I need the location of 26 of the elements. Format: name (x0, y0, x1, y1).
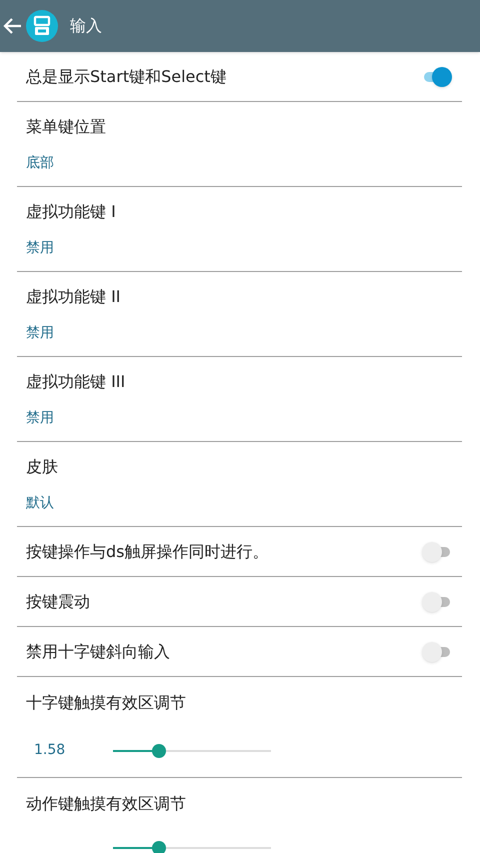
setting-title: 总是显示Start键和Select键 (26, 66, 226, 88)
toggle-switch[interactable] (422, 592, 452, 612)
setting-value: 默认 (26, 494, 55, 512)
handheld-console-icon (26, 10, 58, 42)
app-bar-title: 输入 (70, 15, 102, 37)
setting-title: 十字键触摸有效区调节 (26, 692, 187, 714)
setting-value: 底部 (26, 154, 55, 172)
slider[interactable] (113, 841, 271, 853)
setting-title: 虚拟功能键 III (26, 370, 126, 392)
toggle-switch[interactable] (422, 66, 452, 86)
setting-title: 按键震动 (26, 590, 90, 612)
setting-value: 禁用 (26, 408, 55, 428)
toggle-switch[interactable] (422, 642, 452, 662)
setting-title: 禁用十字键斜向输入 (26, 640, 170, 662)
setting-title: 按键操作与ds触屏操作同时进行。 (26, 540, 268, 562)
setting-title: 虚拟功能键 II (26, 286, 122, 308)
setting-title: 菜单键位置 (26, 116, 107, 138)
back-arrow-icon[interactable] (3, 16, 23, 36)
setting-value: 禁用 (26, 324, 55, 342)
setting-title: 动作键触摸有效区调节 (26, 793, 187, 815)
setting-title: 皮肤 (26, 456, 59, 478)
setting-title: 虚拟功能键 I (26, 200, 117, 222)
toggle-switch[interactable] (422, 542, 452, 562)
slider[interactable] (113, 744, 271, 758)
setting-value: 禁用 (26, 238, 55, 258)
slider-value: 1.58 (33, 741, 66, 760)
